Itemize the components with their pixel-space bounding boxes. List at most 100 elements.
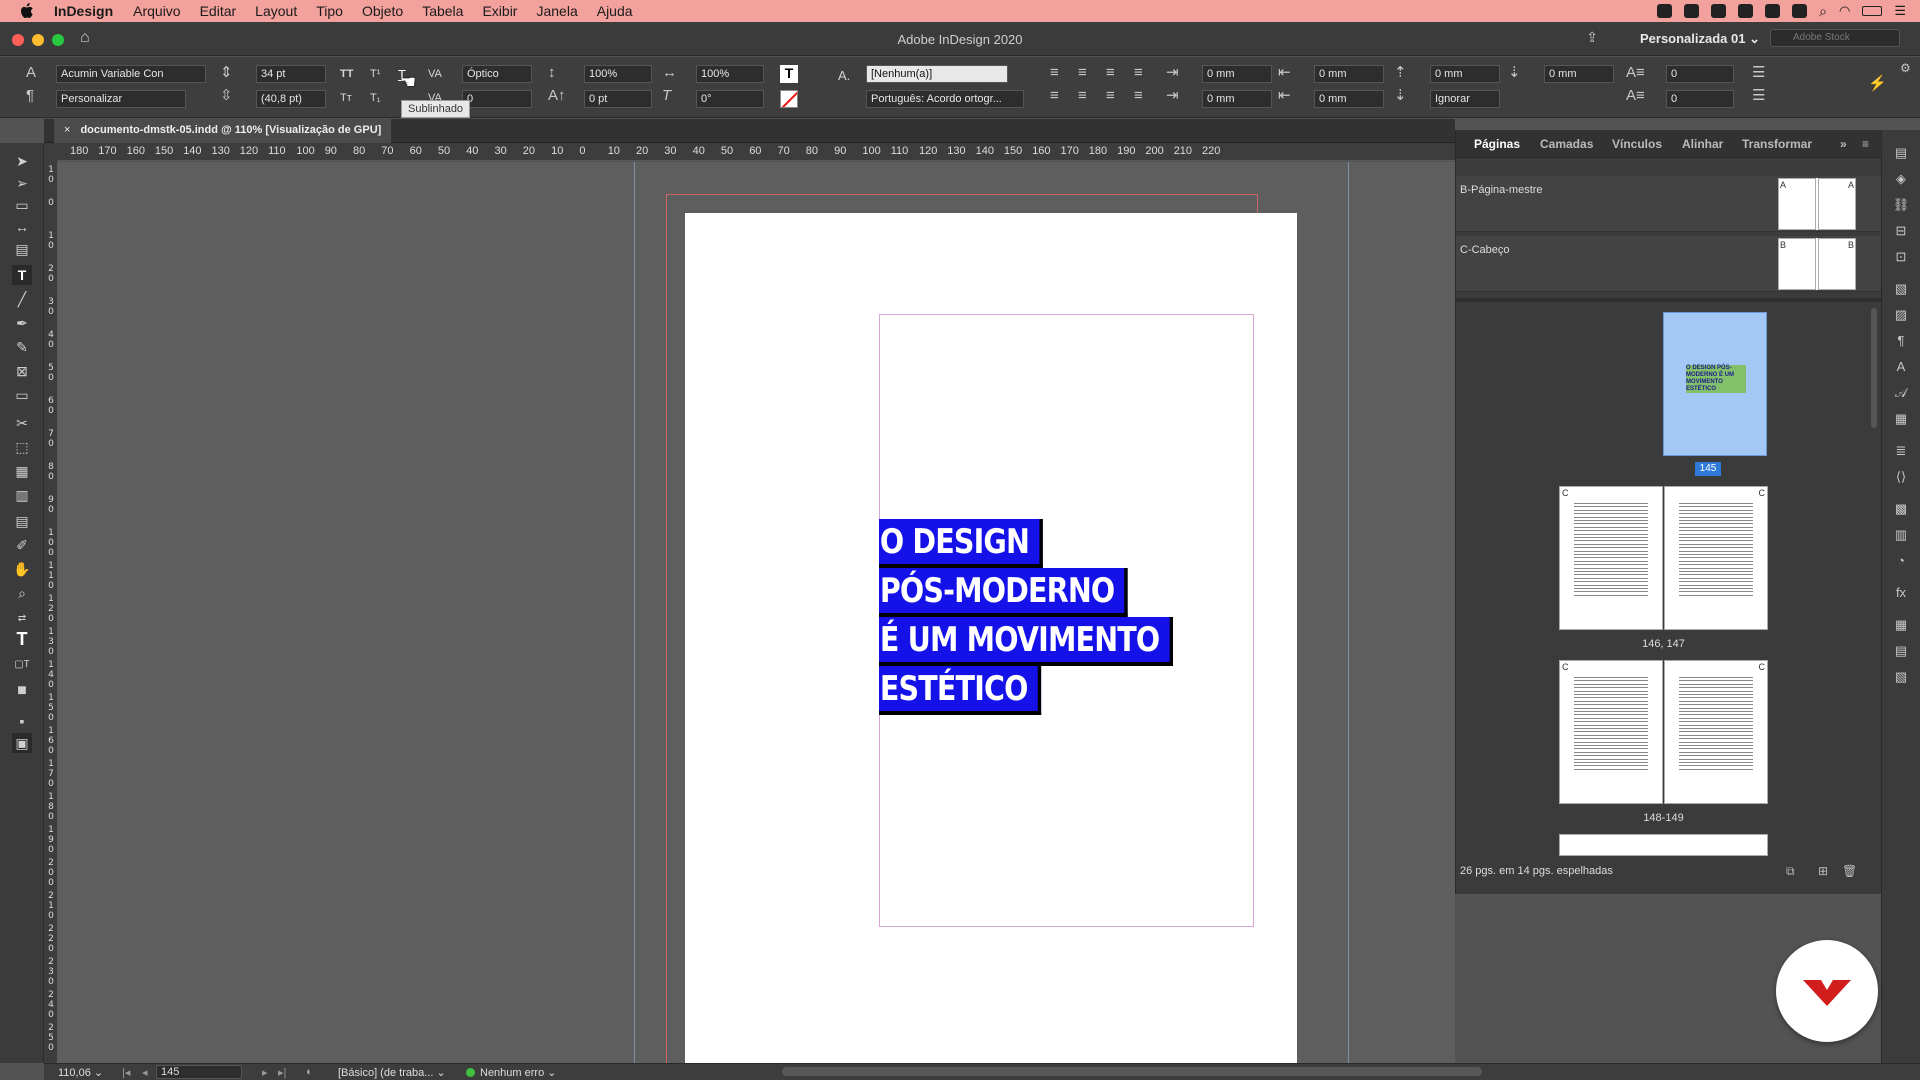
apple-icon[interactable] xyxy=(20,0,40,22)
screen-icon[interactable] xyxy=(1684,4,1700,18)
align-panel-icon[interactable]: ⊟ xyxy=(1892,222,1910,240)
scissors-tool-icon[interactable]: ✂ xyxy=(12,413,32,433)
character-fill-swatch[interactable]: T xyxy=(780,65,798,83)
effects-panel-icon[interactable]: fx xyxy=(1892,584,1910,602)
type-tool-icon[interactable]: T xyxy=(12,265,32,285)
pasteboard[interactable]: O DESIGN PÓS-MODERNO É UM MOVIMENTO ESTÉ… xyxy=(58,162,1455,1063)
formatting-container-icon[interactable]: ▢T xyxy=(12,655,32,675)
pages-panel-icon[interactable]: ▤ xyxy=(1892,144,1910,162)
menu-janela[interactable]: Janela xyxy=(536,3,577,19)
delete-page-icon[interactable]: 🗑 xyxy=(1842,864,1857,878)
tab-alinhar[interactable]: Alinhar xyxy=(1682,137,1723,151)
vertical-scale-field[interactable]: 100% xyxy=(584,65,652,83)
menu-exibir[interactable]: Exibir xyxy=(482,3,517,19)
subscript-button[interactable]: T₁ xyxy=(370,92,380,104)
grid-icon[interactable] xyxy=(1738,4,1754,18)
zoom-level-field[interactable]: 110,06 ⌄ xyxy=(58,1066,103,1079)
horizontal-ruler[interactable]: 180 170 160 150 140 130 120 110 100 90 80 70 60 50 40 3… xyxy=(58,143,1455,161)
master-page-item[interactable]: C-Cabeço B B xyxy=(1456,236,1882,292)
selection-tool-icon[interactable]: ➤ xyxy=(12,151,32,171)
panel-divider[interactable] xyxy=(1456,298,1882,302)
control-center-icon[interactable]: ☰ xyxy=(1894,3,1906,19)
fill-stroke-icon[interactable]: ■ xyxy=(12,681,32,701)
color-panel-icon[interactable]: ◔ xyxy=(1892,552,1910,570)
character-panel-icon[interactable]: A xyxy=(1892,358,1910,376)
paragraph-mode-icon[interactable]: ¶ xyxy=(26,87,34,105)
gradient-feather-tool-icon[interactable]: ▥ xyxy=(12,485,32,505)
drop-cap-chars-field[interactable]: 0 xyxy=(1666,90,1734,108)
battery-icon[interactable] xyxy=(1862,6,1883,16)
skew-field[interactable]: 0° xyxy=(696,90,764,108)
pen-tool-icon[interactable]: ✒ xyxy=(12,313,32,333)
tracking-field[interactable]: 0 xyxy=(462,90,532,108)
ruler-guide-right[interactable] xyxy=(1348,162,1349,1063)
table-styles-icon[interactable]: ▤ xyxy=(1892,642,1910,660)
bullet-list-icon[interactable]: ☰ xyxy=(1752,64,1765,82)
open-file-icon[interactable]: ◐ xyxy=(306,1066,313,1078)
dropbox-icon[interactable] xyxy=(1711,4,1727,18)
new-page-icon[interactable]: ⊞ xyxy=(1818,864,1828,878)
gradient-swatch-tool-icon[interactable]: ▦ xyxy=(12,461,32,481)
zoom-tool-icon[interactable]: ⌕ xyxy=(12,583,32,603)
space-after-field[interactable]: 0 mm xyxy=(1544,65,1614,83)
rectangle-frame-tool-icon[interactable]: ⊠ xyxy=(12,361,32,381)
page-thumbnail[interactable] xyxy=(1559,834,1768,856)
menu-tipo[interactable]: Tipo xyxy=(316,3,343,19)
horizontal-scrollbar[interactable] xyxy=(782,1067,1482,1076)
justify-left-icon[interactable]: ≡ xyxy=(1134,64,1143,82)
transform-panel-icon[interactable]: ⊡ xyxy=(1892,248,1910,266)
paragraph-styles-icon[interactable]: ▦ xyxy=(1892,410,1910,428)
left-indent-field[interactable]: 0 mm xyxy=(1202,65,1272,83)
search-icon[interactable]: ⌕ xyxy=(1819,3,1827,20)
direct-selection-tool-icon[interactable]: ➢ xyxy=(12,173,32,193)
headline-line[interactable]: PÓS-MODERNO xyxy=(879,567,1229,617)
align-spine-icon[interactable]: ≡ xyxy=(1134,87,1143,105)
justify-all-icon[interactable]: ≡ xyxy=(1106,87,1115,105)
preflight-profile[interactable]: [Básico] (de traba... ⌄ xyxy=(338,1066,446,1079)
page-number-field[interactable]: 145 xyxy=(156,1065,242,1079)
next-page-icon[interactable]: ▸ xyxy=(262,1066,268,1079)
tab-camadas[interactable]: Camadas xyxy=(1540,137,1593,151)
ruler-origin[interactable] xyxy=(44,143,58,161)
close-tab-icon[interactable]: × xyxy=(64,124,70,136)
links-panel-icon[interactable]: ⛓ xyxy=(1892,196,1910,214)
adobe-stock-search[interactable]: Adobe Stock xyxy=(1770,29,1900,47)
tab-paginas[interactable]: Páginas xyxy=(1474,137,1520,151)
page-thumbnail-current[interactable]: O DESIGN PÓS-MODERNO É UM MOVIMENTO ESTÉ… xyxy=(1663,312,1767,456)
font-size-field[interactable]: 34 pt xyxy=(256,65,326,83)
first-page-icon[interactable]: |◂ xyxy=(122,1066,130,1079)
preflight-status[interactable]: Nenhum erro ⌄ xyxy=(480,1066,556,1079)
font-style-field[interactable]: Personalizar xyxy=(56,90,186,108)
kerning-field[interactable]: Óptico xyxy=(462,65,532,83)
gradient-panel-icon[interactable]: ▥ xyxy=(1892,526,1910,544)
numbered-list-icon[interactable]: ☰ xyxy=(1752,87,1765,105)
menu-objeto[interactable]: Objeto xyxy=(362,3,403,19)
justify-right-icon[interactable]: ≡ xyxy=(1078,87,1087,105)
content-collector-icon[interactable]: ▤ xyxy=(12,239,32,259)
free-transform-tool-icon[interactable]: ⬚ xyxy=(12,437,32,457)
panel-menu-icon[interactable]: ≡ xyxy=(1862,137,1869,151)
quick-apply-icon[interactable]: ⚡ xyxy=(1868,75,1887,93)
ruler-guide-left[interactable] xyxy=(634,162,635,1063)
line-tool-icon[interactable]: ╱ xyxy=(12,289,32,309)
last-page-icon[interactable]: ▸| xyxy=(278,1066,286,1079)
table-panel-icon[interactable]: ▦ xyxy=(1892,616,1910,634)
superscript-button[interactable]: T¹ xyxy=(370,68,380,80)
formatting-text-icon[interactable]: T xyxy=(12,629,32,649)
master-page-item[interactable]: B-Página-mestre A A xyxy=(1456,176,1882,232)
grid-align-field[interactable]: Ignorar xyxy=(1430,90,1500,108)
character-mode-icon[interactable]: A xyxy=(26,64,36,82)
last-line-indent-field[interactable]: 0 mm xyxy=(1314,90,1384,108)
menu-app-name[interactable]: InDesign xyxy=(54,3,113,19)
drop-cap-lines-field[interactable]: 0 xyxy=(1666,65,1734,83)
baseline-shift-field[interactable]: 0 pt xyxy=(584,90,652,108)
tab-vinculos[interactable]: Vínculos xyxy=(1612,137,1662,151)
page-thumbnail[interactable]: C xyxy=(1559,486,1663,630)
right-indent-field[interactable]: 0 mm xyxy=(1314,65,1384,83)
paragraph-panel-icon[interactable]: ¶ xyxy=(1892,332,1910,350)
font-family-field[interactable]: Acumin Variable Con xyxy=(56,65,206,83)
justify-center-icon[interactable]: ≡ xyxy=(1050,87,1059,105)
pages-scrollbar[interactable] xyxy=(1871,308,1877,428)
page-tool-icon[interactable]: ▭ xyxy=(12,195,32,215)
small-caps-button[interactable]: Tт xyxy=(340,92,352,104)
